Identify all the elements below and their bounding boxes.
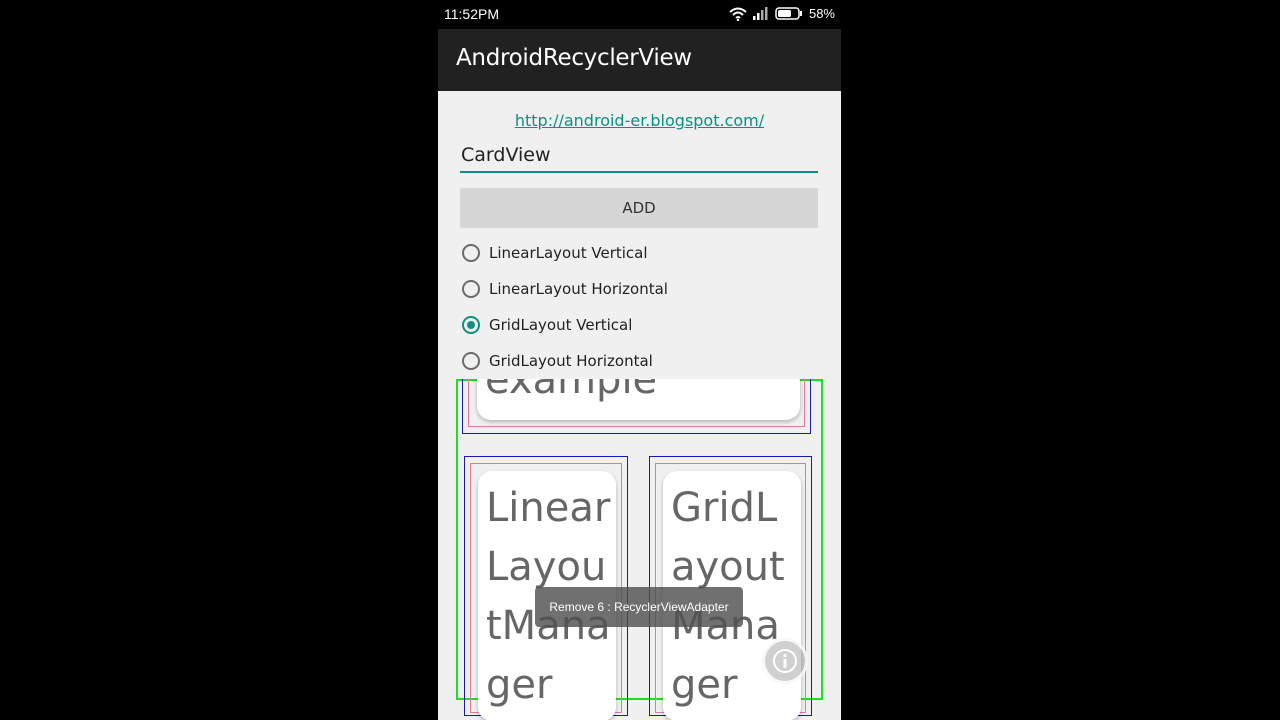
radio-label: LinearLayout Horizontal <box>489 280 668 298</box>
radio-label: LinearLayout Vertical <box>489 244 648 262</box>
radio-label: GridLayout Vertical <box>489 316 633 334</box>
status-bar: 11:52PM 58% <box>438 0 841 29</box>
wifi-icon <box>729 7 747 21</box>
radio-grid-horizontal[interactable]: GridLayout Horizontal <box>462 348 653 374</box>
radio-unchecked-icon <box>462 352 480 370</box>
battery-percent: 58% <box>808 6 835 21</box>
status-time: 11:52PM <box>444 6 499 22</box>
signal-icon <box>752 7 769 20</box>
card-item[interactable]: example <box>477 379 800 420</box>
radio-unchecked-icon <box>462 244 480 262</box>
toast-message: Remove 6 : RecyclerViewAdapter <box>535 587 743 627</box>
app-title: AndroidRecyclerView <box>456 45 692 71</box>
blog-link[interactable]: http://android-er.blogspot.com/ <box>438 111 841 130</box>
radio-checked-icon <box>462 316 480 334</box>
card-text: example <box>485 379 658 403</box>
radio-label: GridLayout Horizontal <box>489 352 653 370</box>
radio-linear-vertical[interactable]: LinearLayout Vertical <box>462 240 648 266</box>
radio-linear-horizontal[interactable]: LinearLayout Horizontal <box>462 276 668 302</box>
status-icons: 58% <box>729 6 835 21</box>
radio-unchecked-icon <box>462 280 480 298</box>
radio-grid-vertical[interactable]: GridLayout Vertical <box>462 312 632 338</box>
info-button[interactable] <box>762 638 808 684</box>
text-input[interactable]: CardView <box>460 143 818 173</box>
main-content: http://android-er.blogspot.com/ CardView… <box>438 91 841 720</box>
app-bar: AndroidRecyclerView <box>438 29 841 91</box>
battery-icon <box>775 7 803 20</box>
phone-screen: 11:52PM 58% AndroidRecyclerView http://a… <box>438 0 841 720</box>
info-icon <box>773 649 797 673</box>
text-input-value: CardView <box>461 144 551 166</box>
add-button[interactable]: ADD <box>460 188 818 228</box>
